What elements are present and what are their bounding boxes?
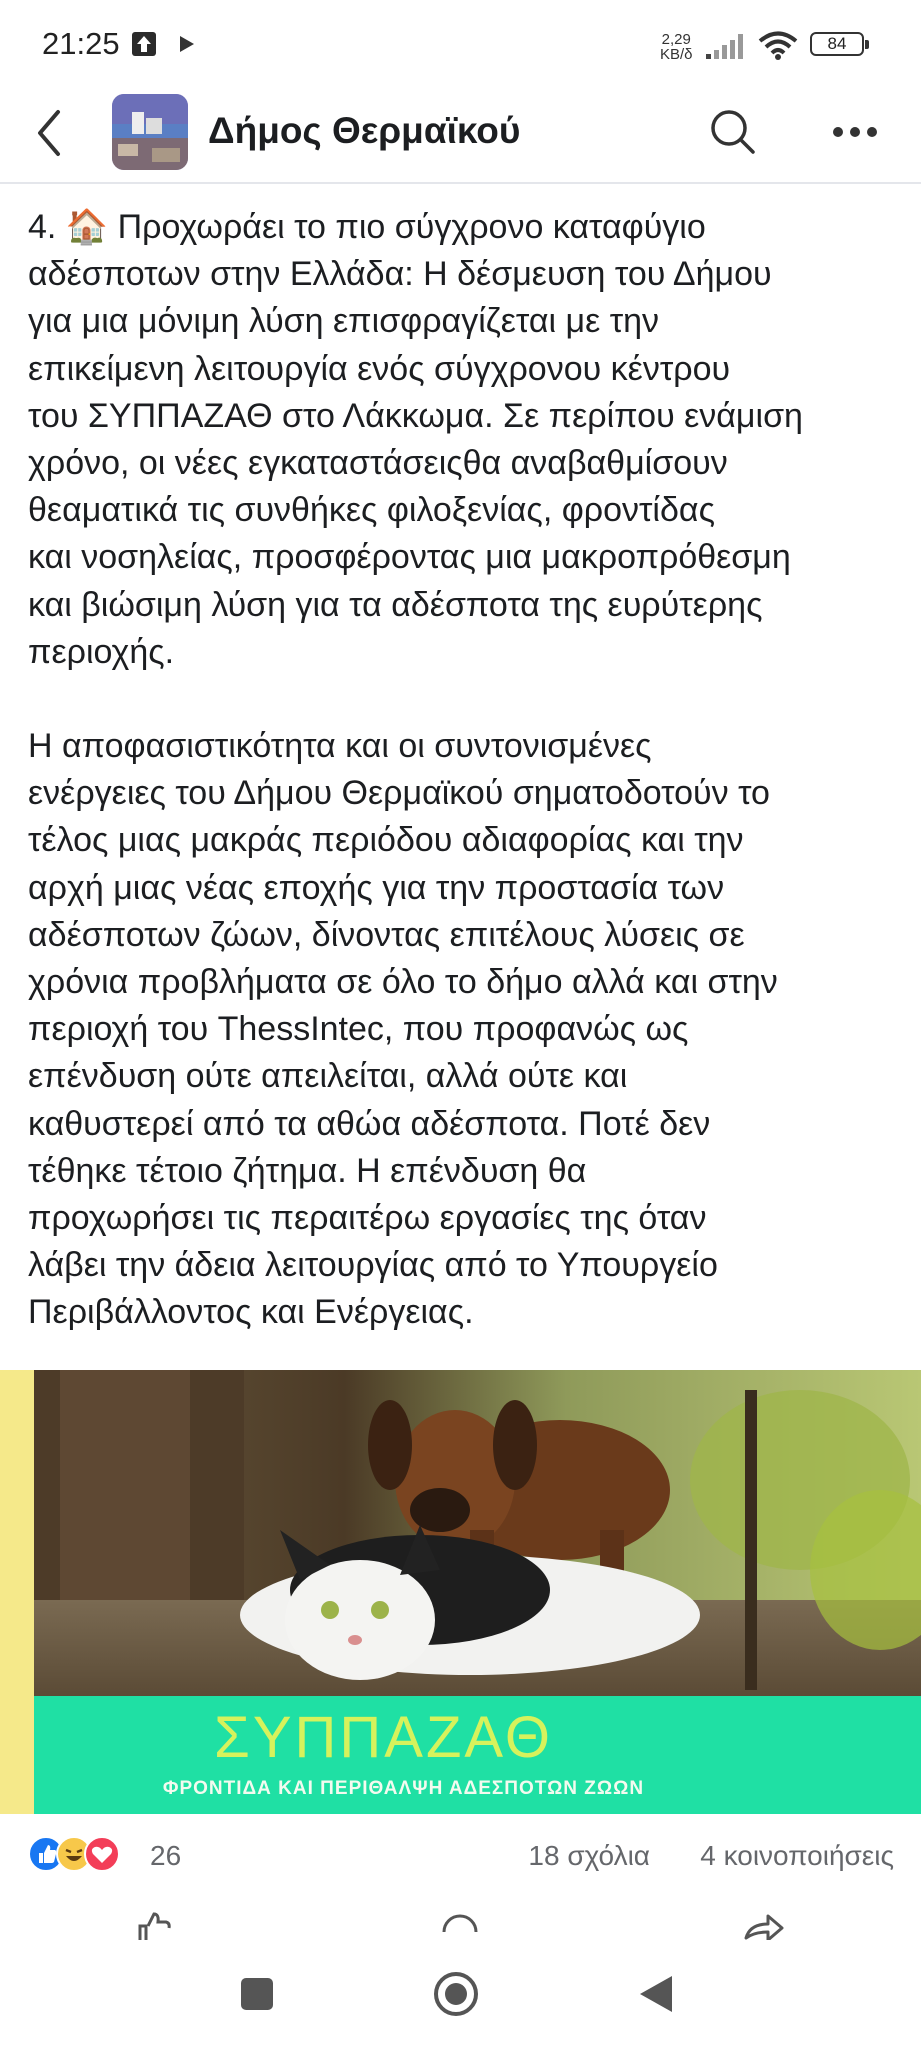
status-bar: 21:25 2,29 KB/δ 84 [0, 0, 921, 90]
post-action-row [0, 1900, 921, 1940]
play-icon [180, 36, 194, 52]
shares-count[interactable]: 4 κοινοποιήσεις [700, 1840, 894, 1872]
love-reaction-icon[interactable] [84, 1836, 120, 1872]
more-icon[interactable] [832, 126, 878, 138]
network-speed-unit: KB/δ [660, 46, 693, 63]
back-triangle-icon[interactable] [638, 1974, 674, 2014]
page-header: Δήμος Θερμαϊκού [0, 90, 921, 184]
page-avatar[interactable] [112, 94, 188, 170]
share-icon[interactable] [742, 1908, 786, 1940]
status-time: 21:25 [42, 26, 120, 61]
network-speed: 2,29 KB/δ [660, 32, 693, 62]
search-icon[interactable] [708, 107, 758, 157]
comment-icon[interactable] [440, 1910, 480, 1940]
image-banner-title: ΣΥΠΠΑΖΑΘ [213, 1705, 553, 1770]
home-icon[interactable] [432, 1970, 480, 2018]
reaction-count[interactable]: 26 [150, 1840, 181, 1872]
image-banner-subtitle: ΦΡΟΝΤΙΔΑ ΚΑΙ ΠΕΡΙΘΑΛΨΗ ΑΔΕΣΠΟΤΩΝ ΖΩΩΝ [162, 1778, 645, 1799]
wifi-icon [758, 31, 798, 60]
like-icon[interactable] [134, 1908, 174, 1940]
battery-indicator: 84 [810, 32, 869, 56]
post-paragraph: Η αποφασιστικότητα και οι συντονισμένες … [28, 727, 778, 1332]
system-navigation-bar [0, 1950, 921, 2048]
reactions-row: 26 18 σχόλια 4 κοινοποιήσεις [28, 1836, 894, 1876]
comments-count[interactable]: 18 σχόλια [528, 1840, 650, 1872]
post-text: 4. 🏠 Προχωράει το πιο σύγχρονο καταφύγιο… [28, 204, 908, 1337]
network-speed-value: 2,29 [661, 31, 691, 48]
page-title[interactable]: Δήμος Θερμαϊκού [208, 110, 520, 152]
square-icon[interactable] [240, 1977, 274, 2011]
back-icon[interactable] [34, 108, 64, 158]
upload-icon [132, 32, 156, 56]
signal-icon [706, 34, 743, 59]
post-paragraph: 4. 🏠 Προχωράει το πιο σύγχρονο καταφύγιο… [28, 208, 803, 671]
